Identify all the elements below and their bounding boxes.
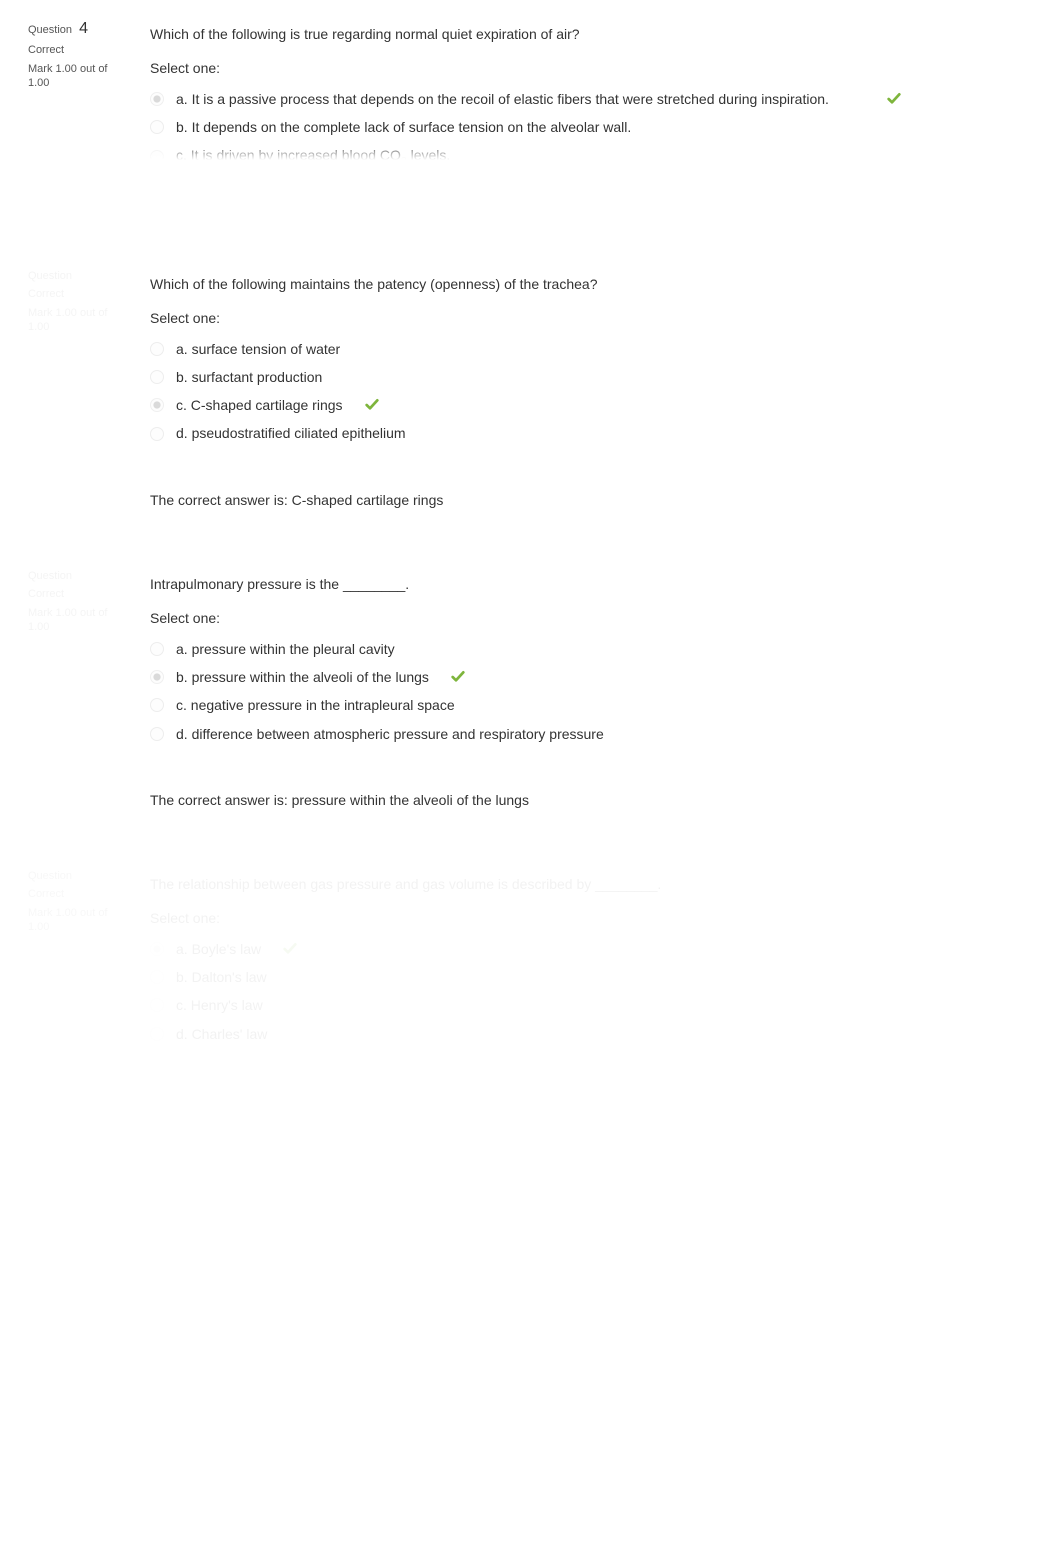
feedback-answer: pressure within the alveoli of the lungs	[292, 792, 529, 808]
question-info: Question Correct Mark 1.00 out of 1.00	[20, 860, 130, 945]
feedback: The correct answer is: C-shaped cartilag…	[150, 478, 1022, 510]
radio-icon	[150, 670, 164, 684]
checkmark-icon	[885, 90, 903, 108]
feedback-answer: Boyle's law	[292, 1092, 362, 1108]
mark-text: Mark 1.00 out of 1.00	[28, 62, 122, 91]
select-one-label: Select one:	[150, 608, 1022, 628]
question-block-5: Question Correct Mark 1.00 out of 1.00 W…	[20, 260, 1042, 520]
radio-icon	[150, 970, 164, 984]
answer-text: a. It is a passive process that depends …	[176, 89, 829, 109]
mark-text: Mark 1.00 out of 1.00	[28, 306, 122, 335]
answer-text: c. negative pressure in the intrapleural…	[176, 695, 455, 715]
radio-icon	[150, 698, 164, 712]
answer-text: a. pressure within the pleural cavity	[176, 639, 395, 659]
question-label: Question	[28, 870, 72, 882]
question-prompt: Which of the following is true regarding…	[150, 24, 1022, 44]
question-prompt: Intrapulmonary pressure is the ________.	[150, 574, 1022, 594]
question-block-7: Question Correct Mark 1.00 out of 1.00 T…	[20, 860, 1042, 1120]
answer-option-c[interactable]: c. It is driven by increased blood CO2 l…	[150, 141, 1022, 160]
mark-text: Mark 1.00 out of 1.00	[28, 606, 122, 635]
answer-option-b[interactable]: b. Dalton's law	[150, 963, 1022, 991]
question-content: The relationship between gas pressure an…	[130, 860, 1042, 1120]
answer-text: d. pseudostratified ciliated epithelium	[176, 423, 406, 443]
question-block-6: Question Correct Mark 1.00 out of 1.00 I…	[20, 560, 1042, 820]
checkmark-icon	[281, 940, 299, 958]
question-number: 4	[79, 20, 88, 37]
radio-icon	[150, 398, 164, 412]
radio-icon	[150, 92, 164, 106]
question-label: Question	[28, 270, 72, 282]
radio-icon	[150, 642, 164, 656]
answer-option-d[interactable]: d. Charles' law	[150, 1020, 1022, 1048]
grade-state: Correct	[28, 888, 122, 900]
feedback: The correct answer is: pressure within t…	[150, 778, 1022, 810]
checkmark-icon	[449, 668, 467, 686]
answer-list: a. pressure within the pleural cavity b.…	[150, 635, 1022, 748]
question-content: Which of the following maintains the pat…	[130, 260, 1042, 520]
answer-text: b. Dalton's law	[176, 967, 267, 987]
feedback-prefix: The correct answer is:	[150, 792, 292, 808]
grade-state: Correct	[28, 288, 122, 300]
feedback: The correct answer is: Boyle's law	[150, 1078, 1022, 1110]
question-info: Question Correct Mark 1.00 out of 1.00	[20, 560, 130, 645]
answer-option-d[interactable]: d. difference between atmospheric pressu…	[150, 720, 1022, 748]
question-info: Question 4 Correct Mark 1.00 out of 1.00	[20, 10, 130, 101]
select-one-label: Select one:	[150, 908, 1022, 928]
radio-icon	[150, 120, 164, 134]
subscript: 2	[401, 155, 407, 160]
answer-option-a[interactable]: a. Boyle's law	[150, 935, 1022, 963]
answer-text-pre: c. It is driven by increased blood CO	[176, 147, 401, 160]
question-label: Question	[28, 570, 72, 582]
feedback-answer: C-shaped cartilage rings	[292, 492, 444, 508]
answer-list: a. It is a passive process that depends …	[150, 85, 1022, 160]
radio-icon	[150, 342, 164, 356]
answer-option-b[interactable]: b. surfactant production	[150, 363, 1022, 391]
radio-icon	[150, 727, 164, 741]
answer-text: d. Charles' law	[176, 1024, 267, 1044]
grade-state: Correct	[28, 588, 122, 600]
answer-text: a. Boyle's law	[176, 939, 261, 959]
answer-option-a[interactable]: a. surface tension of water	[150, 335, 1022, 363]
answer-text: c. C-shaped cartilage rings	[176, 395, 343, 415]
answer-option-a[interactable]: a. It is a passive process that depends …	[150, 85, 1022, 113]
radio-icon	[150, 150, 164, 160]
radio-icon	[150, 942, 164, 956]
grade-state: Correct	[28, 44, 122, 56]
answer-option-d[interactable]: d. pseudostratified ciliated epithelium	[150, 419, 1022, 447]
answer-text: b. surfactant production	[176, 367, 322, 387]
radio-icon	[150, 998, 164, 1012]
select-one-label: Select one:	[150, 58, 1022, 78]
answer-text: b. pressure within the alveoli of the lu…	[176, 667, 429, 687]
checkmark-icon	[363, 396, 381, 414]
question-label: Question	[28, 24, 72, 36]
feedback-prefix: The correct answer is:	[150, 1092, 292, 1108]
answer-option-c[interactable]: c. C-shaped cartilage rings	[150, 391, 1022, 419]
answer-list: a. surface tension of water b. surfactan…	[150, 335, 1022, 448]
question-prompt: Which of the following maintains the pat…	[150, 274, 1022, 294]
radio-icon	[150, 1027, 164, 1041]
question-prompt: The relationship between gas pressure an…	[150, 874, 1022, 894]
question-info: Question Correct Mark 1.00 out of 1.00	[20, 260, 130, 345]
feedback-prefix: The correct answer is:	[150, 492, 292, 508]
question-block-4: Question 4 Correct Mark 1.00 out of 1.00…	[20, 10, 1042, 160]
answer-option-c[interactable]: c. negative pressure in the intrapleural…	[150, 691, 1022, 719]
answer-text: a. surface tension of water	[176, 339, 340, 359]
answer-text: c. It is driven by increased blood CO2 l…	[176, 145, 450, 160]
answer-list: a. Boyle's law b. Dalton's law c. Henry'…	[150, 935, 1022, 1048]
select-one-label: Select one:	[150, 308, 1022, 328]
answer-option-c[interactable]: c. Henry's law	[150, 991, 1022, 1019]
answer-text: b. It depends on the complete lack of su…	[176, 117, 631, 137]
answer-option-b[interactable]: b. It depends on the complete lack of su…	[150, 113, 1022, 141]
radio-icon	[150, 427, 164, 441]
answer-option-a[interactable]: a. pressure within the pleural cavity	[150, 635, 1022, 663]
answer-option-b[interactable]: b. pressure within the alveoli of the lu…	[150, 663, 1022, 691]
answer-text: d. difference between atmospheric pressu…	[176, 724, 604, 744]
question-content: Which of the following is true regarding…	[130, 10, 1042, 160]
mark-text: Mark 1.00 out of 1.00	[28, 906, 122, 935]
question-content: Intrapulmonary pressure is the ________.…	[130, 560, 1042, 820]
answer-text-post: levels.	[407, 147, 451, 160]
answer-text: c. Henry's law	[176, 995, 263, 1015]
radio-icon	[150, 370, 164, 384]
